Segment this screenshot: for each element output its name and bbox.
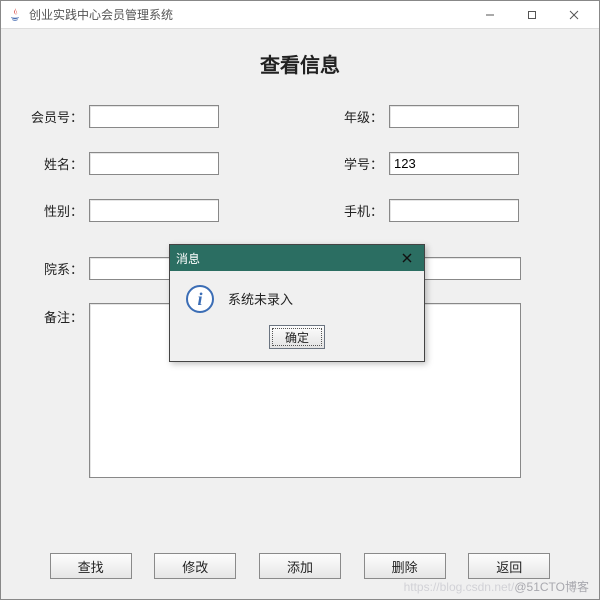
field-member-id: 会员号： [29,105,219,128]
label-student-id: 学号： [329,154,389,173]
field-phone: 手机： [329,199,519,222]
label-member-id: 会员号： [29,107,89,126]
label-grade: 年级： [329,107,389,126]
dialog-title: 消息 [176,250,396,267]
label-phone: 手机： [329,201,389,220]
minimize-button[interactable] [469,2,511,28]
input-student-id[interactable] [389,152,519,175]
java-app-icon [7,7,23,23]
input-name[interactable] [89,152,219,175]
close-button[interactable] [553,2,595,28]
dialog-ok-button[interactable]: 确定 [269,325,325,349]
field-gender: 性别： [29,199,219,222]
dialog-titlebar[interactable]: 消息 [170,245,424,271]
dialog-footer: 确定 [170,319,424,361]
application-window: 创业实践中心会员管理系统 查看信息 会员号： 姓名： [0,0,600,600]
label-gender: 性别： [29,201,89,220]
modify-button[interactable]: 修改 [154,553,236,579]
back-button[interactable]: 返回 [468,553,550,579]
add-button[interactable]: 添加 [259,553,341,579]
page-title: 查看信息 [9,35,591,96]
maximize-button[interactable] [511,2,553,28]
dialog-message: 系统未录入 [228,285,293,308]
label-department: 院系： [29,259,89,278]
field-student-id: 学号： [329,152,519,175]
delete-button[interactable]: 删除 [364,553,446,579]
input-phone[interactable] [389,199,519,222]
message-dialog: 消息 i 系统未录入 确定 [169,244,425,362]
window-controls [469,2,595,28]
input-grade[interactable] [389,105,519,128]
window-titlebar: 创业实践中心会员管理系统 [1,1,599,29]
field-name: 姓名： [29,152,219,175]
search-button[interactable]: 查找 [50,553,132,579]
label-name: 姓名： [29,154,89,173]
field-grade: 年级： [329,105,519,128]
action-button-row: 查找 修改 添加 删除 返回 [9,553,591,579]
label-remark: 备注： [29,303,89,326]
input-gender[interactable] [89,199,219,222]
input-member-id[interactable] [89,105,219,128]
dialog-close-button[interactable] [396,248,418,268]
info-icon: i [186,285,214,313]
dialog-body: i 系统未录入 [170,271,424,319]
window-title: 创业实践中心会员管理系统 [29,6,469,23]
